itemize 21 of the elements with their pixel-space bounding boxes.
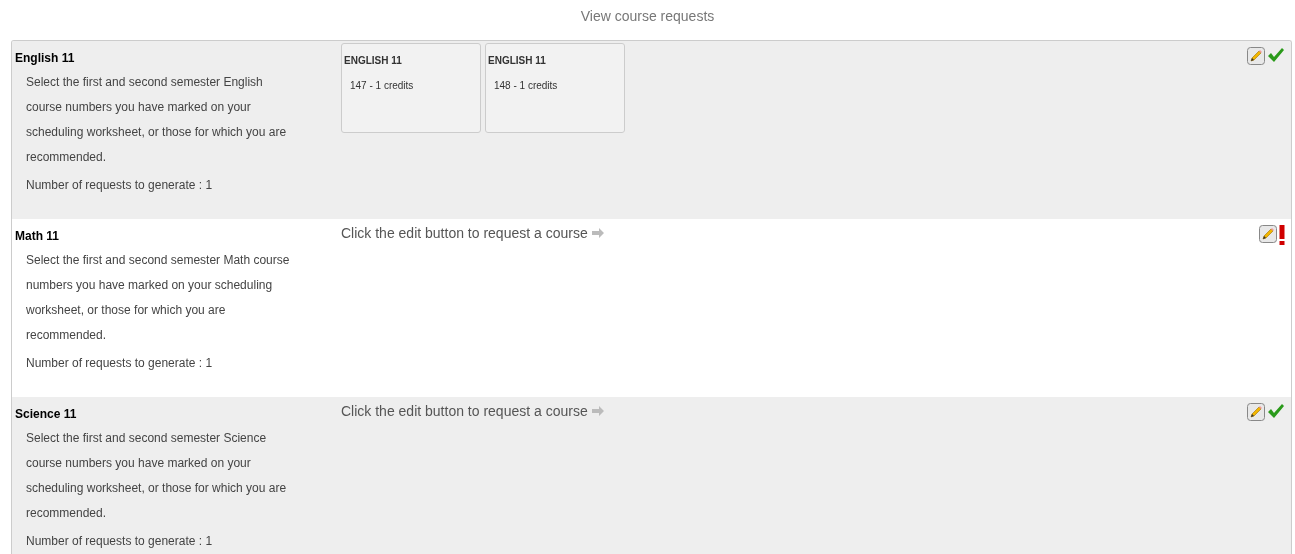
request-title: Science 11 [15, 406, 78, 423]
request-count: Number of requests to generate : 1 [25, 177, 214, 194]
course-detail: 147 - 1 credits [349, 79, 415, 93]
request-count: Number of requests to generate : 1 [25, 533, 214, 550]
request-description: Select the first and second semester Math course numbers you have marked on your scheduling worksheet, or those for which you are recommended. [25, 252, 291, 344]
course-name: ENGLISH 11 [488, 54, 547, 68]
edit-pencil-icon[interactable] [1247, 47, 1265, 65]
request-prompt: Click the edit button to request a course [341, 401, 588, 421]
request-count: Number of requests to generate : 1 [25, 355, 214, 372]
request-prompt: Click the edit button to request a course [341, 223, 588, 243]
request-description: Select the first and second semester Science course numbers you have marked on your scheduling worksheet, or those for which you are recommended. [25, 430, 288, 522]
course-name: ENGLISH 11 [344, 54, 403, 68]
edit-pencil-icon[interactable] [1259, 225, 1277, 243]
arrow-right-icon [591, 228, 604, 238]
request-title: Math 11 [15, 228, 60, 245]
request-description: Select the first and second semester English course numbers you have marked on your scheduling worksheet, or those for which you are recommended. [25, 74, 288, 166]
arrow-right-icon [591, 406, 604, 416]
course-detail: 148 - 1 credits [493, 79, 559, 93]
edit-pencil-icon[interactable] [1247, 403, 1265, 421]
view-requests-link[interactable]: View course requests [580, 6, 715, 26]
request-title: English 11 [15, 50, 76, 67]
